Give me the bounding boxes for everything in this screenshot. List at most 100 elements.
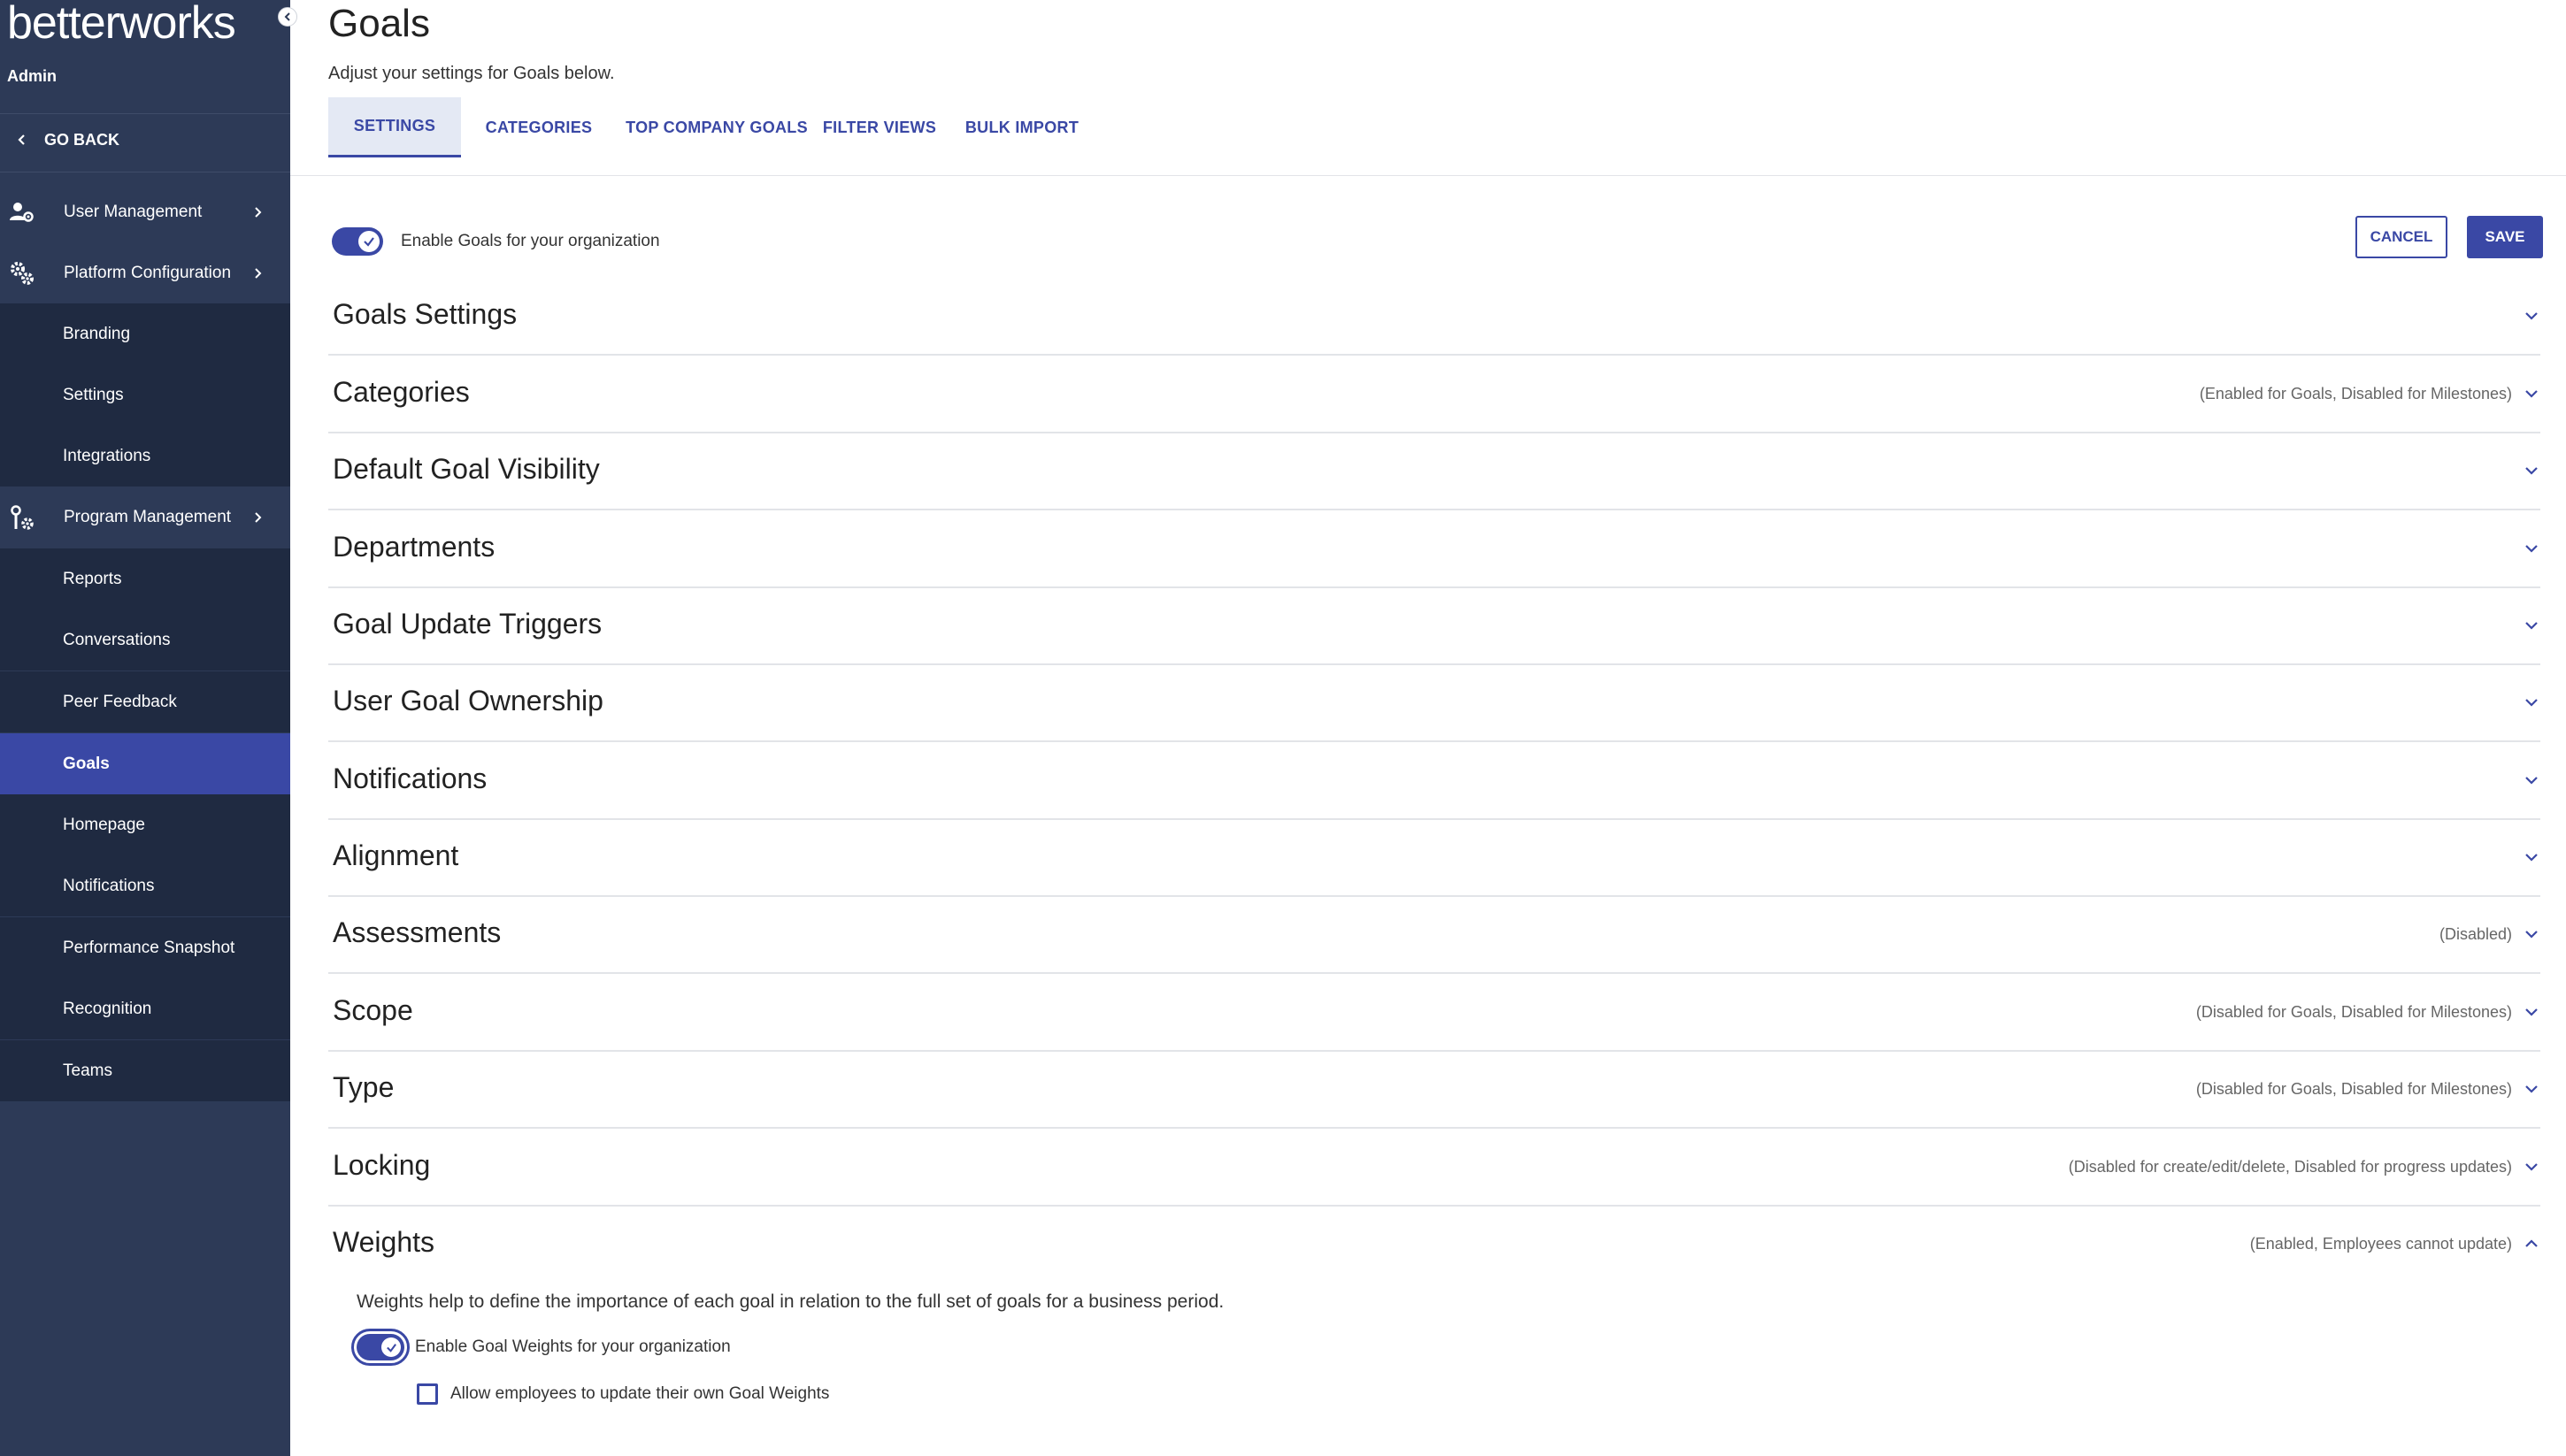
chevron-down-icon: [2525, 699, 2538, 707]
accordion-default-goal-visibility[interactable]: Default Goal Visibility: [328, 433, 2540, 510]
accordion-status: (Disabled for Goals, Disabled for Milest…: [2195, 1080, 2512, 1098]
chevron-right-icon: [255, 207, 262, 218]
accordion-title: Assessments: [333, 916, 502, 948]
accordion-status: (Disabled for Goals, Disabled for Milest…: [2195, 1003, 2512, 1021]
enable-goal-weights-toggle[interactable]: [357, 1334, 404, 1360]
cancel-button[interactable]: CANCEL: [2355, 216, 2447, 258]
accordion-notifications[interactable]: Notifications: [328, 743, 2540, 820]
chevron-down-icon: [2525, 1163, 2538, 1171]
go-back-label: GO BACK: [44, 130, 119, 149]
accordion-status: (Disabled): [2439, 925, 2512, 943]
sidebar-item-label: Settings: [63, 385, 124, 404]
chevron-up-icon: [2525, 1239, 2538, 1247]
accordion-title: Departments: [333, 531, 496, 563]
accordion-title: Goal Update Triggers: [333, 608, 603, 640]
accordion-title: Goals Settings: [333, 298, 518, 330]
enable-goals-label: Enable Goals for your organization: [401, 232, 660, 250]
gears-icon: [9, 260, 35, 287]
save-button[interactable]: SAVE: [2467, 216, 2543, 258]
sidebar-item-notifications[interactable]: Notifications: [0, 855, 290, 916]
accordion-assessments[interactable]: Assessments (Disabled): [328, 897, 2540, 974]
sidebar-footer-space: [0, 1102, 290, 1456]
tab-filter-views[interactable]: FILTER VIEWS: [817, 97, 942, 157]
sidebar-section-platform-configuration[interactable]: Platform Configuration: [0, 243, 290, 303]
accordion-scope[interactable]: Scope (Disabled for Goals, Disabled for …: [328, 975, 2540, 1052]
accordion-title: Locking: [333, 1149, 431, 1181]
sidebar-section-user-management[interactable]: User Management: [0, 182, 290, 242]
chevron-down-icon: [2525, 1008, 2538, 1016]
page-subtitle: Adjust your settings for Goals below.: [328, 64, 615, 83]
sidebar-item-performance-snapshot[interactable]: Performance Snapshot: [0, 917, 290, 978]
tab-settings[interactable]: SETTINGS: [328, 97, 461, 157]
weights-description: Weights help to define the importance of…: [357, 1291, 1225, 1312]
accordion-title: Weights: [333, 1226, 435, 1258]
sidebar-item-label: Integrations: [63, 446, 151, 465]
accordion-type[interactable]: Type (Disabled for Goals, Disabled for M…: [328, 1052, 2540, 1129]
go-back-button[interactable]: GO BACK: [0, 118, 290, 162]
accordion-status: (Disabled for create/edit/delete, Disabl…: [2068, 1158, 2512, 1176]
accordion-status: (Enabled for Goals, Disabled for Milesto…: [2199, 385, 2512, 402]
chevron-down-icon: [2525, 390, 2538, 398]
accordion-title: Type: [333, 1071, 395, 1103]
tab-bulk-import[interactable]: BULK IMPORT: [942, 97, 1102, 157]
user-gear-icon: [9, 199, 35, 226]
allow-employees-update-weights-label: Allow employees to update their own Goal…: [450, 1384, 830, 1403]
allow-employees-update-weights-checkbox[interactable]: [417, 1383, 438, 1405]
sidebar-item-settings[interactable]: Settings: [0, 364, 290, 425]
accordion-title: Scope: [333, 994, 413, 1026]
accordion-categories[interactable]: Categories (Enabled for Goals, Disabled …: [328, 356, 2540, 433]
sidebar-item-label: Reports: [63, 569, 122, 588]
accordion-goal-update-triggers[interactable]: Goal Update Triggers: [328, 588, 2540, 665]
check-icon: [386, 1343, 396, 1353]
accordion-alignment[interactable]: Alignment: [328, 820, 2540, 897]
brand-logo: betterworks: [7, 0, 236, 49]
sidebar-item-reports[interactable]: Reports: [0, 548, 290, 609]
accordion-title: Default Goal Visibility: [333, 453, 600, 485]
sidebar-item-label: Peer Feedback: [63, 692, 177, 711]
sidebar-section-label: Platform Configuration: [64, 264, 232, 282]
sidebar-item-recognition[interactable]: Recognition: [0, 978, 290, 1039]
sidebar-item-label: Goals: [63, 754, 110, 773]
enable-goal-weights-label: Enable Goal Weights for your organizatio…: [415, 1337, 731, 1356]
collapse-sidebar-button[interactable]: [278, 7, 297, 27]
sidebar-section-program-management[interactable]: Program Management: [0, 487, 290, 548]
chevron-down-icon: [2525, 854, 2538, 862]
chevron-down-icon: [2525, 931, 2538, 939]
sidebar-item-conversations[interactable]: Conversations: [0, 609, 290, 671]
accordion-goals-settings[interactable]: Goals Settings: [328, 279, 2540, 356]
accordion-user-goal-ownership[interactable]: User Goal Ownership: [328, 665, 2540, 742]
admin-label: Admin: [7, 67, 57, 85]
sidebar-item-integrations[interactable]: Integrations: [0, 425, 290, 487]
chevron-left-icon: [284, 12, 290, 21]
page-title: Goals: [328, 2, 430, 45]
tab-categories[interactable]: CATEGORIES: [461, 97, 617, 157]
chevron-down-icon: [2525, 777, 2538, 785]
sidebar-item-teams[interactable]: Teams: [0, 1040, 290, 1101]
sidebar-item-homepage[interactable]: Homepage: [0, 794, 290, 855]
tab-top-company-goals[interactable]: TOP COMPANY GOALS: [617, 97, 817, 157]
sidebar-section-label: Program Management: [64, 508, 232, 526]
accordion-title: Categories: [333, 376, 470, 408]
enable-goals-toggle[interactable]: [332, 227, 383, 256]
sidebar-item-label: Notifications: [63, 876, 155, 895]
accordion-departments[interactable]: Departments: [328, 511, 2540, 588]
sidebar-item-label: Homepage: [63, 815, 145, 834]
sidebar-item-branding[interactable]: Branding: [0, 303, 290, 364]
accordion-locking[interactable]: Locking (Disabled for create/edit/delete…: [328, 1130, 2540, 1207]
accordion-title: Notifications: [333, 762, 488, 794]
sidebar-item-label: Branding: [63, 324, 131, 343]
sidebar-divider: [0, 113, 290, 114]
sidebar: betterworks Admin GO BACK User Managemen…: [0, 0, 290, 1456]
toggle-knob: [358, 231, 380, 252]
chevron-down-icon: [2525, 622, 2538, 630]
chevron-down-icon: [2525, 1085, 2538, 1093]
accordion-title: Alignment: [333, 839, 459, 871]
accordion-weights[interactable]: Weights (Enabled, Employees cannot updat…: [328, 1207, 2540, 1284]
chevron-left-icon: [18, 134, 25, 145]
tabs-divider: [290, 175, 2566, 176]
sidebar-item-goals[interactable]: Goals: [0, 733, 290, 794]
check-icon: [364, 237, 374, 247]
main-content: Goals Adjust your settings for Goals bel…: [290, 0, 2566, 1456]
chevron-down-icon: [2525, 545, 2538, 553]
sidebar-item-peer-feedback[interactable]: Peer Feedback: [0, 671, 290, 732]
